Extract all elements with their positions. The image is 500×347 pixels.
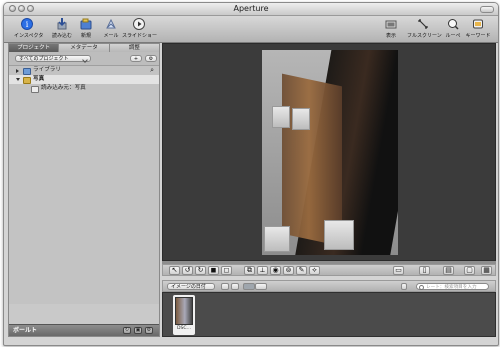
- spot-tool-button[interactable]: ◉: [270, 266, 281, 275]
- keywords-icon: [472, 18, 484, 30]
- sort-order-button[interactable]: [221, 283, 229, 290]
- main-toolbar: i インスペクタ 読み込む 新規 メール スライドショー 表示 フルスクリーン …: [4, 16, 498, 43]
- toolbar-loupe-button[interactable]: ルーペ: [444, 18, 462, 39]
- viewer-mode-button[interactable]: ▭: [393, 266, 404, 275]
- rotate-right-button[interactable]: ↻: [195, 266, 206, 275]
- main-photo[interactable]: [262, 50, 398, 255]
- toolbar-keywords-button[interactable]: キーワード: [464, 18, 492, 39]
- list-item-photos[interactable]: 写真: [9, 75, 159, 84]
- toolbar-inspector-button[interactable]: i インスペクタ: [14, 18, 43, 39]
- brush-tool-button[interactable]: ✎: [296, 266, 307, 275]
- sort-by-select[interactable]: イメージの日付: [167, 283, 215, 290]
- disclosure-right-icon[interactable]: [16, 69, 19, 73]
- sidebar-tabs: プロジェクト メタデータ 調整: [9, 44, 159, 52]
- photos-label: 写真: [33, 76, 45, 82]
- library-label: ライブラリ: [33, 67, 61, 73]
- straighten-tool-button[interactable]: ⟂: [257, 266, 268, 275]
- view-icon: [385, 18, 397, 30]
- sidebar-add-button[interactable]: +: [130, 55, 142, 62]
- sidebar-action-button[interactable]: ⚙: [145, 55, 157, 62]
- vault-backup-button[interactable]: ▣: [134, 327, 142, 334]
- loupe-icon: [447, 18, 459, 30]
- toolbar-mail-button[interactable]: メール: [102, 18, 120, 39]
- thumbnail-label: DSC...: [176, 326, 192, 331]
- toolbar-fullscreen-button[interactable]: フルスクリーン: [407, 18, 442, 39]
- library-icon: [23, 68, 31, 75]
- toolbar-new-button[interactable]: 新規: [77, 18, 95, 39]
- stone-lantern-3: [324, 220, 354, 250]
- toolbar-view-button[interactable]: 表示: [382, 18, 400, 39]
- tab-projects[interactable]: プロジェクト: [9, 44, 60, 52]
- project-list: ライブラリ ⌕ 写真 読み込み元：写真: [9, 66, 159, 304]
- import-icon: [56, 18, 68, 30]
- sort-direction-button[interactable]: [231, 283, 239, 290]
- browser-toolbar: イメージの日付 レート：検索項目を入力: [162, 280, 496, 292]
- tab-adjustments[interactable]: 調整: [109, 44, 159, 52]
- browser-options-button[interactable]: [401, 283, 407, 290]
- rotate-left-button[interactable]: ↺: [182, 266, 193, 275]
- secondary-viewer-button[interactable]: ▢: [464, 266, 475, 275]
- stone-lantern-1: [272, 106, 290, 128]
- mail-icon: [105, 18, 117, 30]
- crop-tool-button[interactable]: ⧉: [244, 266, 255, 275]
- window-title: Aperture: [233, 4, 269, 13]
- vault-bar: ボールト ↻ ▣ ⚙: [9, 324, 159, 336]
- toolbar-slideshow-button[interactable]: スライドショー: [122, 18, 157, 39]
- stone-lantern-4: [264, 226, 290, 252]
- stack-tool-button[interactable]: ◼: [208, 266, 219, 275]
- thumbnail-image[interactable]: [175, 297, 193, 325]
- tab-metadata[interactable]: メタデータ: [59, 44, 110, 52]
- browser-search-field[interactable]: レート：検索項目を入力: [416, 283, 489, 290]
- grid-view-button[interactable]: [243, 283, 255, 290]
- vault-label: ボールト: [13, 327, 38, 334]
- image-browser: DSC...: [162, 292, 496, 337]
- search-icon[interactable]: ⌕: [150, 66, 154, 75]
- vault-refresh-button[interactable]: ↻: [123, 327, 131, 334]
- title-bar: Aperture: [4, 3, 498, 16]
- aperture-window: Aperture i インスペクタ 読み込む 新規 メール スライドショー 表示…: [3, 2, 499, 346]
- new-folder-icon: [80, 18, 92, 30]
- fullscreen-icon: [417, 18, 429, 30]
- disclosure-down-icon[interactable]: [16, 78, 20, 81]
- toolbar-import-button[interactable]: 読み込む: [49, 18, 75, 39]
- lift-stamp-button[interactable]: ⟡: [309, 266, 320, 275]
- stack-split-button[interactable]: ◻: [221, 266, 232, 275]
- filmstrip-button[interactable]: ▤: [443, 266, 454, 275]
- multi-viewer-button[interactable]: ▦: [481, 266, 492, 275]
- info-icon: i: [21, 18, 33, 30]
- toolbar-toggle-button[interactable]: [480, 6, 494, 13]
- project-filter-select[interactable]: すべてのプロジェクト: [15, 55, 91, 62]
- thumbnail-item[interactable]: DSC...: [173, 295, 195, 335]
- stone-lantern-2: [292, 108, 310, 130]
- slideshow-icon: [133, 18, 145, 30]
- select-tool-button[interactable]: ↖: [169, 266, 180, 275]
- folder-icon: [23, 77, 31, 84]
- image-viewer[interactable]: [162, 43, 496, 261]
- vault-settings-button[interactable]: ⚙: [145, 327, 153, 334]
- tool-strip: ↖ ↺ ↻ ◼ ◻ ⧉ ⟂ ◉ ⊚ ✎ ⟡ ▭ ▯ ▤ ▢ ▦: [162, 264, 496, 276]
- compare-button[interactable]: ▯: [419, 266, 430, 275]
- imported-photos-label: 読み込み元：写真: [41, 85, 86, 91]
- list-item-library[interactable]: ライブラリ ⌕: [9, 66, 159, 75]
- svg-text:i: i: [26, 20, 29, 29]
- list-item-imported-photos[interactable]: 読み込み元：写真: [9, 84, 159, 93]
- project-filter-row: すべてのプロジェクト + ⚙: [9, 52, 159, 66]
- album-icon: [31, 86, 39, 93]
- projects-sidebar: プロジェクト メタデータ 調整 すべてのプロジェクト + ⚙ ライブラリ ⌕ 写…: [8, 43, 160, 337]
- list-view-button[interactable]: [255, 283, 267, 290]
- redeye-tool-button[interactable]: ⊚: [283, 266, 294, 275]
